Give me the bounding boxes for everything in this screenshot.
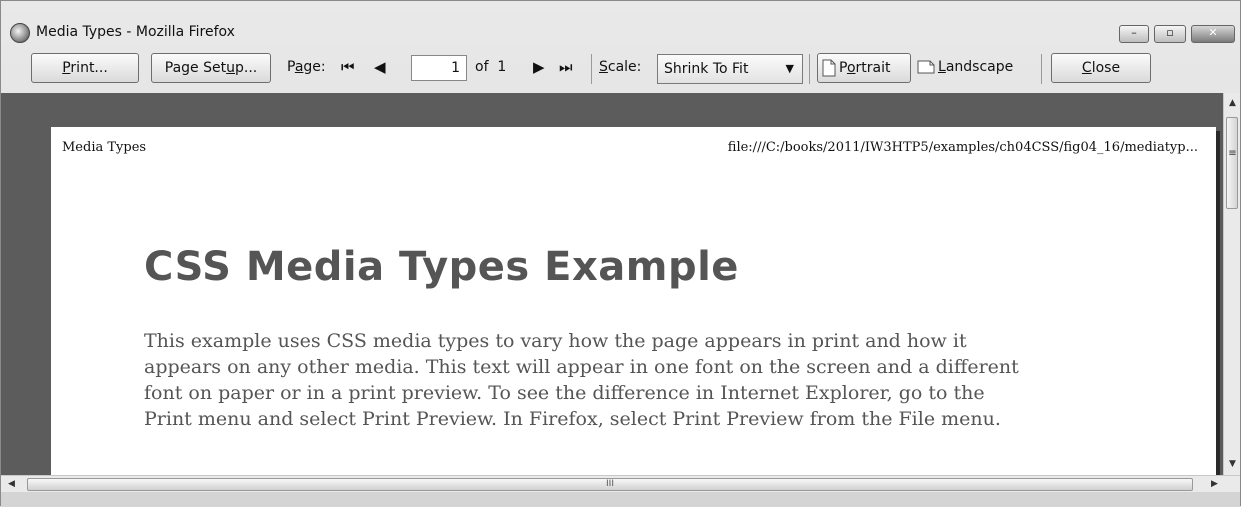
close-label-accel: C [1081,60,1092,76]
scale-label: Scale: [599,58,641,76]
page-number-input[interactable]: 1 [411,55,467,81]
body-line: appears on any other media. This text wi… [144,356,1019,378]
next-page-icon[interactable]: ▶ [533,59,545,75]
portrait-label-b: rtrait [855,60,891,76]
toolbar-separator [809,54,810,84]
page-setup-label-a: Page Set [164,60,227,76]
scroll-left-icon[interactable]: ◀ [3,476,20,493]
minimize-button[interactable]: – [1119,25,1149,43]
vertical-scroll-thumb[interactable] [1226,117,1238,209]
portrait-label-a: P [839,60,847,76]
body-line: This example uses CSS media types to var… [144,330,967,352]
horizontal-scroll-thumb[interactable]: III [27,478,1193,491]
portrait-page-icon [822,59,836,77]
scroll-up-icon[interactable]: ▲ [1224,95,1241,112]
firefox-icon [10,23,30,43]
page-label: Page: [287,58,326,76]
page-setup-button[interactable]: Page Setup... [151,53,271,83]
toolbar-separator [1041,54,1042,84]
landscape-option[interactable]: Landscape [917,58,1013,76]
landscape-label-accel: L [938,59,946,75]
close-preview-button[interactable]: Close [1051,53,1151,83]
page-label-a: P [287,59,295,75]
portrait-label-accel: o [846,60,856,76]
scale-label-accel: S [599,59,608,75]
page-heading: CSS Media Types Example [144,244,739,290]
portrait-button[interactable]: Portrait [817,53,911,83]
close-window-button[interactable]: ✕ [1191,25,1235,43]
page-count-text: of 1 [475,59,507,75]
page-header-url: file:///C:/books/2011/IW3HTP5/examples/c… [727,140,1198,155]
vertical-scrollbar[interactable]: ▲ ≡ ▼ [1223,93,1240,475]
scroll-grip-icon: III [606,479,614,489]
scale-select-value: Shrink To Fit [664,61,749,77]
maximize-button[interactable]: ▫ [1154,25,1186,43]
scroll-right-icon[interactable]: ▶ [1206,476,1223,493]
scale-select[interactable]: Shrink To Fit ▼ [657,54,803,84]
scroll-down-icon[interactable]: ▼ [1224,456,1241,473]
window-title: Media Types - Mozilla Firefox [36,24,235,40]
title-bar: Media Types - Mozilla Firefox – ▫ ✕ [1,1,1240,43]
page-setup-label-accel: u [226,60,235,76]
scroll-grip-icon: ≡ [1228,148,1237,159]
print-preview-area: Media Types file:///C:/books/2011/IW3HTP… [1,93,1223,475]
close-label: lose [1091,60,1121,76]
first-page-icon[interactable]: ⏮ [341,59,355,75]
print-button[interactable]: Print... [31,53,139,83]
horizontal-scrollbar[interactable]: ◀ III ▶ [1,475,1240,492]
preview-page: Media Types file:///C:/books/2011/IW3HTP… [51,127,1216,475]
status-strip [1,492,1240,507]
landscape-page-icon [917,60,935,74]
page-header-title: Media Types [62,140,147,155]
landscape-label: andscape [945,59,1014,75]
last-page-icon[interactable]: ⏭ [559,59,573,75]
page-label-b: ge: [303,59,326,75]
toolbar-separator [591,54,592,84]
chevron-down-icon: ▼ [785,62,794,75]
page-setup-label-b: p... [234,60,258,76]
browser-window: Media Types - Mozilla Firefox – ▫ ✕ Prin… [0,0,1241,507]
body-line: Print menu and select Print Preview. In … [144,408,1001,430]
print-button-label: rint... [70,60,108,76]
scale-label-text: cale: [607,59,642,75]
body-line: font on paper or in a print preview. To … [144,382,985,404]
previous-page-icon[interactable]: ◀ [374,59,386,75]
page-body-paragraph: This example uses CSS media types to var… [144,328,1144,432]
